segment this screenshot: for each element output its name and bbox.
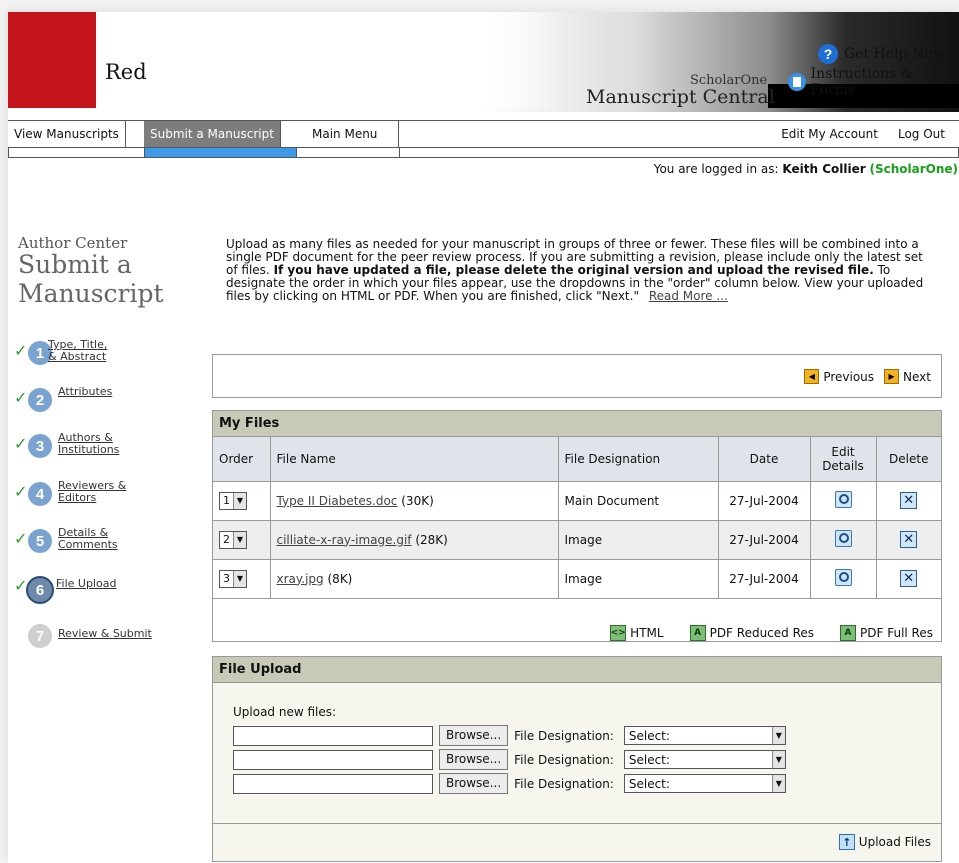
delete-icon[interactable]: ✕	[900, 570, 918, 587]
step-review-submit[interactable]: 7 Review & Submit	[14, 622, 152, 648]
main-nav: View Manuscripts Submit a Manuscript Mai…	[8, 120, 959, 148]
pdf-reduced-download[interactable]: A PDF Reduced Res	[689, 625, 814, 641]
browse-button[interactable]: Browse...	[439, 725, 509, 746]
browse-button[interactable]: Browse...	[439, 749, 509, 770]
upload-row: Browse... File Designation: Select: ▼	[233, 773, 786, 794]
chevron-down-icon: ▼	[771, 775, 785, 792]
delete-icon[interactable]: ✕	[900, 492, 918, 509]
file-link[interactable]: Type II Diabetes.doc	[277, 494, 398, 508]
upload-row: Browse... File Designation: Select: ▼	[233, 725, 786, 746]
edit-details-icon[interactable]	[834, 490, 852, 508]
file-designation-select[interactable]: Select: ▼	[623, 726, 786, 745]
page-title: Submit a Manuscript	[18, 250, 164, 308]
brand-red-block	[8, 12, 96, 108]
upload-label: Upload new files:	[233, 705, 337, 719]
my-files-panel: My Files Order File Name File Designatio…	[212, 410, 942, 642]
edit-details-icon[interactable]	[834, 529, 852, 547]
file-link[interactable]: xray.jpg	[277, 572, 324, 586]
file-upload-panel: File Upload Upload new files: Browse... …	[212, 656, 942, 862]
pdf-full-download[interactable]: A PDF Full Res	[840, 625, 933, 641]
edit-account-link[interactable]: Edit My Account	[781, 121, 878, 147]
file-designation-select[interactable]: Select: ▼	[623, 774, 786, 793]
help-icon: ?	[818, 44, 838, 64]
next-arrow-icon[interactable]: ▶	[884, 369, 900, 384]
page: Red ScholarOne Manuscript Central ? Get …	[8, 12, 959, 863]
browse-button[interactable]: Browse...	[439, 773, 509, 794]
active-tab-indicator	[144, 148, 297, 158]
nav-submit-manuscript[interactable]: Submit a Manuscript	[144, 121, 281, 147]
col-delete: Delete	[876, 437, 941, 482]
read-more-link[interactable]: Read More ...	[649, 289, 728, 303]
my-files-heading: My Files	[213, 411, 941, 437]
step-attributes[interactable]: ✓ 2 Attributes	[14, 386, 112, 412]
file-link[interactable]: cilliate-x-ray-image.gif	[277, 533, 412, 547]
document-icon	[788, 73, 806, 91]
upload-files-button[interactable]: ↑ Upload Files	[838, 834, 931, 850]
header: Red ScholarOne Manuscript Central ? Get …	[8, 12, 959, 112]
step-reviewers-editors[interactable]: ✓ 4 Reviewers & Editors	[14, 480, 148, 506]
checkmark-icon: ✓	[14, 434, 28, 453]
checkmark-icon: ✓	[14, 388, 28, 407]
table-row: 1 ▼ Type II Diabetes.doc (30K) Main Docum…	[213, 481, 941, 521]
step-type-title-abstract[interactable]: ✓ 1 Type, Title, & Abstract	[14, 339, 118, 365]
pdf-icon: A	[840, 625, 857, 641]
logout-link[interactable]: Log Out	[898, 121, 945, 147]
pdf-icon: A	[689, 625, 706, 641]
html-icon: <>	[610, 625, 627, 641]
col-edit-details: Edit Details	[810, 437, 877, 482]
next-link[interactable]: Next	[903, 370, 931, 384]
file-designation-select[interactable]: Select: ▼	[623, 750, 786, 769]
html-download[interactable]: <> HTML	[610, 625, 664, 641]
checkmark-icon: ✓	[14, 529, 28, 548]
order-select[interactable]: 3 ▼	[219, 569, 247, 588]
upload-row: Browse... File Designation: Select: ▼	[233, 749, 786, 770]
instructions-forms-link[interactable]: Instructions & Forms	[788, 66, 959, 98]
file-path-input[interactable]	[233, 749, 433, 770]
step-details-comments[interactable]: ✓ 5 Details & Comments	[14, 527, 138, 553]
login-status: You are logged in as: Keith Collier (Sch…	[653, 162, 958, 176]
col-order: Order	[213, 437, 271, 482]
table-row: 3 ▼ xray.jpg (8K) Image 27-Jul-2004 ✕	[213, 559, 941, 599]
table-row: 2 ▼ cilliate-x-ray-image.gif (28K) Image …	[213, 520, 941, 560]
get-help-link[interactable]: ? Get Help Now	[818, 44, 945, 64]
previous-link[interactable]: Previous	[823, 370, 874, 384]
chevron-down-icon: ▼	[233, 492, 246, 509]
order-select[interactable]: 2 ▼	[219, 530, 247, 549]
file-path-input[interactable]	[233, 773, 433, 794]
pager-box: ◀ Previous ▶ Next	[212, 354, 942, 398]
download-links: <> HTML A PDF Reduced Res A PDF Full Res	[610, 625, 933, 641]
chevron-down-icon: ▼	[771, 727, 785, 744]
journal-logo: Red	[105, 60, 147, 84]
file-upload-heading: File Upload	[213, 657, 941, 683]
nav-main-menu[interactable]: Main Menu	[296, 121, 399, 147]
delete-icon[interactable]: ✕	[900, 531, 918, 548]
user-org: (ScholarOne)	[869, 162, 958, 176]
file-path-input[interactable]	[233, 725, 433, 746]
col-date: Date	[718, 437, 811, 482]
step-file-upload[interactable]: ✓ 6 File Upload	[14, 574, 116, 604]
chevron-down-icon: ▼	[233, 570, 246, 587]
files-table: Order File Name File Designation Date Ed…	[213, 437, 941, 599]
previous-arrow-icon[interactable]: ◀	[804, 369, 820, 384]
checkmark-icon: ✓	[14, 482, 28, 501]
instructions-text: Upload as many files as needed for your …	[226, 237, 924, 303]
order-select[interactable]: 1 ▼	[219, 491, 247, 510]
upload-arrow-icon: ↑	[838, 834, 855, 850]
col-file-name: File Name	[270, 437, 559, 482]
step-authors-institutions[interactable]: ✓ 3 Authors & Institutions	[14, 432, 138, 458]
chevron-down-icon: ▼	[771, 751, 785, 768]
col-designation: File Designation	[558, 437, 719, 482]
user-name: Keith Collier	[782, 162, 866, 176]
brand-manuscript-central: Manuscript Central	[586, 86, 775, 108]
nav-view-manuscripts[interactable]: View Manuscripts	[8, 121, 126, 147]
checkmark-icon: ✓	[14, 341, 28, 360]
edit-details-icon[interactable]	[834, 568, 852, 586]
chevron-down-icon: ▼	[233, 531, 246, 548]
